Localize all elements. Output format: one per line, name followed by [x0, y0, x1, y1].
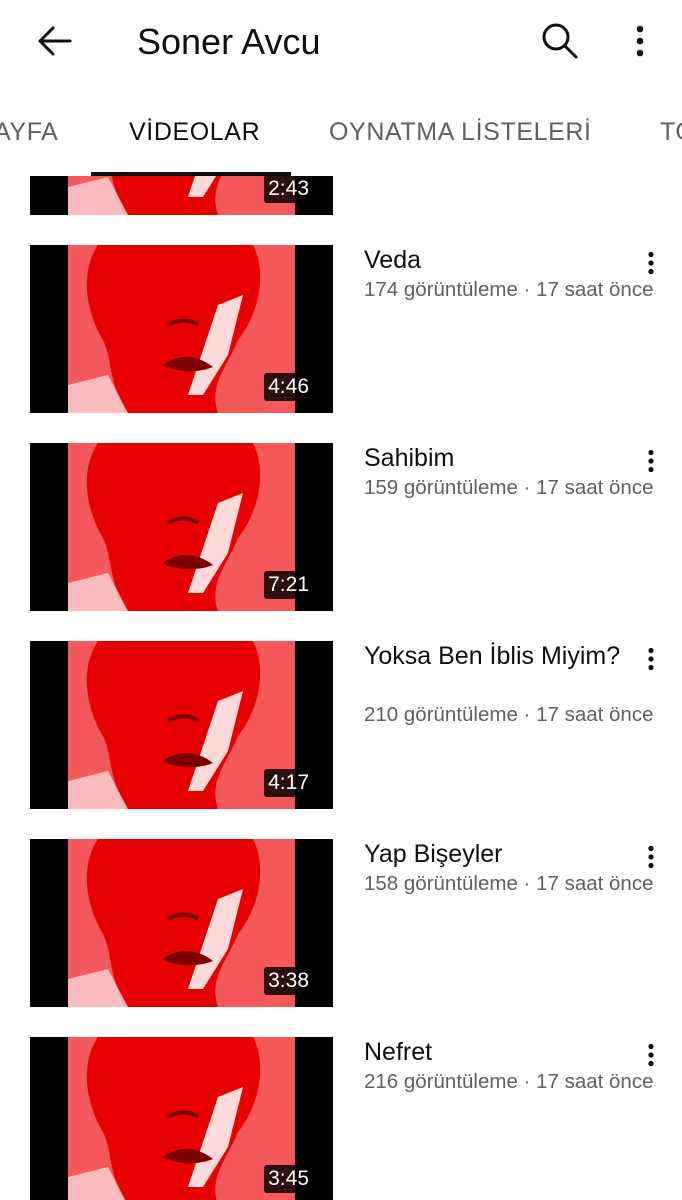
search-icon [542, 23, 578, 59]
thumbnail-image [68, 839, 295, 1007]
video-thumbnail[interactable]: 4:46 [30, 245, 333, 413]
tab-playlists[interactable]: OYNATMA LİSTELERİ [329, 116, 592, 148]
video-menu-button[interactable] [638, 445, 664, 477]
thumbnail-image [68, 641, 295, 809]
more-vertical-icon [648, 251, 654, 275]
video-item[interactable]: 2:43 [0, 176, 682, 217]
video-item[interactable]: 7:21 Sahibim 159 görüntüleme · 17 saat ö… [0, 443, 682, 613]
video-meta: 159 görüntüleme · 17 saat önce [364, 476, 654, 499]
video-thumbnail[interactable]: 7:21 [30, 443, 333, 611]
video-title[interactable]: Yoksa Ben İblis Miyim? [364, 641, 624, 671]
video-title[interactable]: Veda [364, 245, 624, 275]
thumbnail-image [68, 1037, 295, 1200]
video-item[interactable]: 3:38 Yap Bişeyler 158 görüntüleme · 17 s… [0, 839, 682, 1009]
back-button[interactable] [26, 13, 82, 69]
channel-title: Soner Avcu [137, 21, 321, 62]
video-meta: 174 görüntüleme · 17 saat önce [364, 278, 654, 301]
duration-badge: 4:46 [264, 373, 313, 401]
video-thumbnail[interactable]: 3:45 [30, 1037, 333, 1200]
more-vertical-icon [636, 25, 644, 57]
search-button[interactable] [532, 13, 588, 69]
video-list: 2:43 4:46 Veda 174 görüntüleme · 17 saat… [0, 176, 682, 1200]
video-menu-button[interactable] [638, 643, 664, 675]
tab-home[interactable]: AYFA [0, 116, 58, 148]
duration-badge: 7:21 [264, 571, 313, 599]
channel-tabs: AYFA VİDEOLAR OYNATMA LİSTELERİ TO [0, 86, 682, 176]
video-title[interactable]: Sahibim [364, 443, 624, 473]
video-meta: 216 görüntüleme · 17 saat önce [364, 1070, 654, 1093]
more-vertical-icon [648, 449, 654, 473]
thumbnail-image [68, 245, 295, 413]
video-menu-button[interactable] [638, 247, 664, 279]
duration-badge: 4:17 [264, 769, 313, 797]
video-thumbnail[interactable]: 3:38 [30, 839, 333, 1007]
video-thumbnail[interactable]: 2:43 [30, 176, 333, 215]
video-meta: 210 görüntüleme · 17 saat önce [364, 703, 654, 726]
tab-community[interactable]: TO [660, 116, 682, 148]
arrow-left-icon [38, 26, 72, 56]
duration-badge: 3:45 [264, 1165, 313, 1193]
duration-badge: 3:38 [264, 967, 313, 995]
more-vertical-icon [648, 647, 654, 671]
video-title[interactable]: Yap Bişeyler [364, 839, 624, 869]
thumbnail-image [68, 443, 295, 611]
more-vertical-icon [648, 845, 654, 869]
video-item[interactable]: 3:45 Nefret 216 görüntüleme · 17 saat ön… [0, 1037, 682, 1200]
video-menu-button[interactable] [638, 1039, 664, 1071]
video-title[interactable]: Nefret [364, 1037, 624, 1067]
video-meta: 158 görüntüleme · 17 saat önce [364, 872, 654, 895]
video-item[interactable]: 4:17 Yoksa Ben İblis Miyim? 210 görüntül… [0, 641, 682, 811]
more-vertical-icon [648, 1043, 654, 1067]
more-options-button[interactable] [612, 13, 668, 69]
duration-badge: 2:43 [264, 176, 313, 203]
tab-videos[interactable]: VİDEOLAR [129, 116, 260, 148]
app-bar: Soner Avcu [0, 0, 682, 86]
video-thumbnail[interactable]: 4:17 [30, 641, 333, 809]
video-menu-button[interactable] [638, 841, 664, 873]
video-item[interactable]: 4:46 Veda 174 görüntüleme · 17 saat önce [0, 245, 682, 415]
thumbnail-image [68, 176, 295, 215]
